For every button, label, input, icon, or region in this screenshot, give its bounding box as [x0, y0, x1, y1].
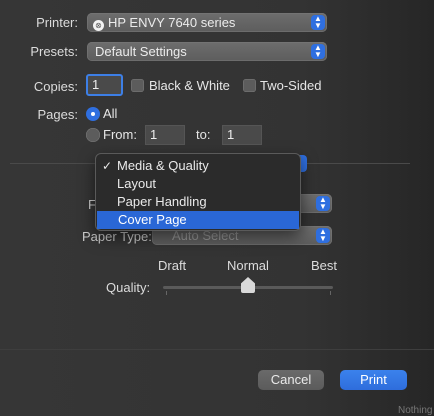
presets-label: Presets:: [30, 44, 78, 59]
quality-slider-thumb[interactable]: [241, 277, 255, 293]
pages-all-label: All: [103, 106, 118, 121]
pages-from-input[interactable]: 1: [145, 125, 185, 145]
quality-slider-tick-left: [166, 291, 167, 295]
pages-label: Pages:: [37, 107, 78, 122]
presets-select[interactable]: Default Settings ▲ ▼: [87, 42, 327, 61]
panel-menu: ✓ Media & Quality Layout Paper Handling …: [95, 153, 301, 231]
pages-all-radio[interactable]: [86, 107, 100, 121]
printer-label: Printer:: [36, 15, 78, 30]
chevron-updown-icon: ▲ ▼: [311, 15, 325, 30]
pages-to-label: to:: [196, 127, 211, 142]
copies-input[interactable]: 1: [86, 74, 123, 96]
menu-item-media-quality[interactable]: ✓ Media & Quality: [96, 157, 300, 175]
menu-item-label: Layout: [117, 176, 157, 191]
pages-to-input[interactable]: 1: [222, 125, 262, 145]
quality-best-label: Best: [311, 258, 338, 273]
copies-label: Copies:: [33, 79, 78, 94]
checkmark-icon: ✓: [102, 159, 113, 173]
two-sided-label: Two-Sided: [260, 78, 322, 93]
chevron-updown-icon: ▲ ▼: [316, 196, 330, 211]
pages-from-label: From:: [103, 127, 137, 142]
printer-select[interactable]: ⊗ HP ENVY 7640 series ▲ ▼: [87, 13, 327, 32]
menu-item-paper-handling[interactable]: Paper Handling: [96, 193, 300, 211]
menu-item-label: Media & Quality: [117, 158, 209, 173]
paper-type-label: Paper Type:: [82, 229, 152, 244]
printer-icon: ⊗: [93, 20, 104, 31]
quality-slider-tick-right: [330, 291, 331, 295]
menu-item-label: Cover Page: [118, 212, 187, 227]
pages-range-radio[interactable]: [86, 128, 100, 142]
quality-draft-label: Draft: [158, 258, 187, 273]
cancel-button[interactable]: Cancel: [258, 370, 324, 390]
quality-label: Quality:: [106, 280, 151, 295]
black-white-checkbox[interactable]: [131, 79, 144, 92]
quality-normal-label: Normal: [227, 258, 269, 273]
print-button[interactable]: Print: [340, 370, 407, 390]
printer-value: HP ENVY 7640 series: [108, 15, 236, 30]
chevron-updown-icon: ▲ ▼: [311, 44, 325, 59]
bottom-divider: [0, 349, 434, 350]
menu-item-layout[interactable]: Layout: [96, 175, 300, 193]
presets-value: Default Settings: [95, 44, 187, 59]
two-sided-checkbox[interactable]: [243, 79, 256, 92]
black-white-label: Black & White: [149, 78, 230, 93]
chevron-updown-icon: ▲ ▼: [316, 228, 330, 243]
menu-item-cover-page[interactable]: Cover Page: [97, 211, 299, 229]
menu-item-label: Paper Handling: [117, 194, 207, 209]
footer-partial-text: Nothing: [398, 405, 433, 416]
